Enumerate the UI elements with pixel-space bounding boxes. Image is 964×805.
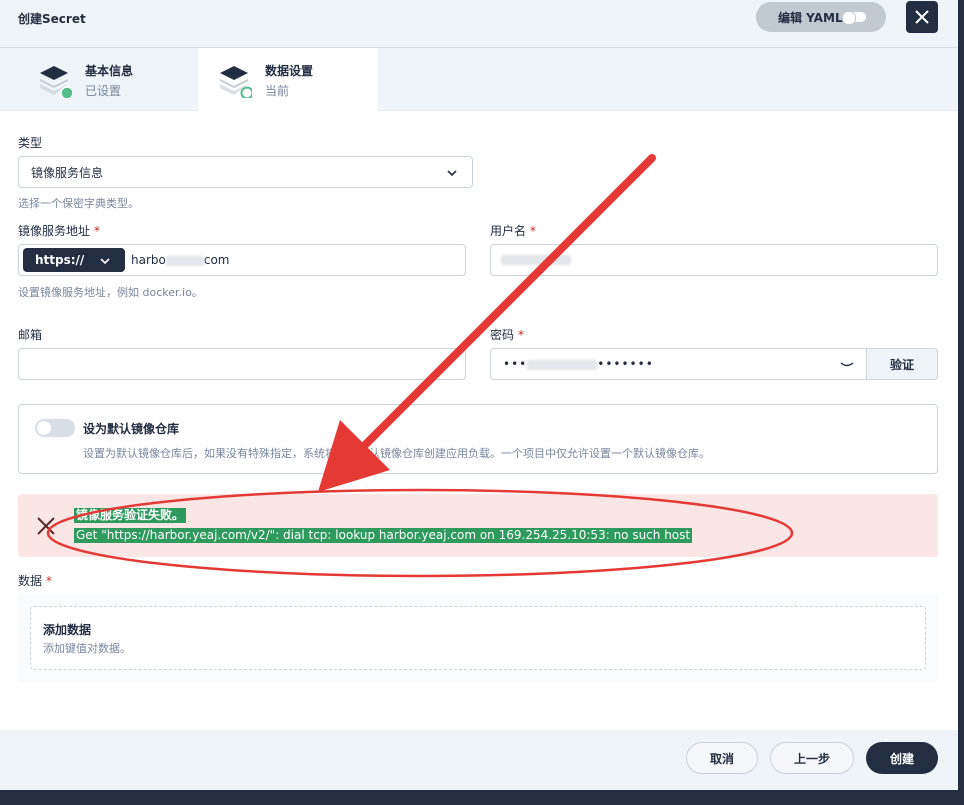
modal-title: 创建Secret — [18, 12, 86, 26]
step-data-settings-status: 当前 — [265, 84, 290, 98]
email-label: 邮箱 — [18, 328, 43, 342]
data-label: 数据 * — [18, 574, 53, 588]
type-hint: 选择一个保密字典类型。 — [18, 197, 139, 210]
protocol-value: https:// — [35, 253, 85, 267]
verification-error-alert: 镜像服务验证失败。 Get "https://harbor.yeaj.com/v… — [18, 494, 938, 557]
username-label: 用户名 * — [490, 224, 537, 238]
username-input[interactable] — [490, 244, 938, 276]
wizard-steps: 基本信息 已设置 数据设置 当前 — [0, 48, 958, 111]
modal-header: 创建Secret 编辑 YAML — [0, 0, 958, 48]
cancel-button[interactable]: 取消 — [686, 742, 758, 774]
create-secret-modal: 创建Secret 编辑 YAML 基本信息 已设置 数据设置 当前 类型 镜像服… — [0, 0, 958, 790]
type-select-value: 镜像服务信息 — [31, 165, 104, 180]
step-data-settings[interactable]: 数据设置 当前 — [198, 48, 378, 111]
chevron-down-icon — [100, 258, 110, 265]
username-value-redacted — [501, 255, 571, 265]
default-registry-switch[interactable] — [35, 419, 75, 437]
layers-icon — [220, 66, 252, 98]
add-data-button[interactable]: 添加数据 添加键值对数据。 — [30, 606, 926, 670]
close-icon — [915, 10, 929, 24]
password-label: 密码 * — [490, 328, 525, 342]
step-data-settings-name: 数据设置 — [265, 64, 314, 78]
close-button[interactable] — [906, 1, 938, 33]
step-basic-info[interactable]: 基本信息 已设置 — [0, 48, 198, 111]
password-value: ••• ••••••• — [503, 357, 654, 371]
edit-yaml-toggle-button[interactable]: 编辑 YAML — [756, 2, 886, 32]
registry-address-input[interactable]: https:// harbo com — [18, 244, 466, 276]
yaml-toggle-switch-icon — [842, 11, 866, 25]
error-close-icon — [37, 517, 55, 535]
previous-step-button[interactable]: 上一步 — [770, 742, 854, 774]
default-registry-box: 设为默认镜像仓库 设置为默认镜像仓库后，如果没有特殊指定，系统将使用默认镜像仓库… — [18, 404, 938, 474]
verify-button[interactable]: 验证 — [866, 348, 938, 380]
add-data-hint: 添加键值对数据。 — [43, 642, 131, 655]
step-basic-info-status: 已设置 — [85, 84, 122, 98]
chevron-down-icon — [447, 170, 457, 177]
registry-address-label: 镜像服务地址 * — [18, 224, 101, 238]
default-registry-title: 设为默认镜像仓库 — [83, 422, 180, 436]
error-message: Get "https://harbor.yeaj.com/v2/": dial … — [74, 528, 693, 543]
create-button[interactable]: 创建 — [866, 742, 938, 774]
email-input[interactable] — [18, 348, 466, 380]
data-section: 添加数据 添加键值对数据。 — [18, 594, 938, 682]
add-data-title: 添加数据 — [43, 623, 92, 637]
password-input[interactable]: ••• ••••••• — [490, 348, 867, 380]
eye-closed-icon[interactable] — [840, 359, 854, 369]
registry-address-hint: 设置镜像服务地址，例如 docker.io。 — [18, 286, 203, 299]
type-select[interactable]: 镜像服务信息 — [18, 156, 473, 188]
registry-address-value: harbo com — [131, 253, 230, 267]
protocol-select[interactable]: https:// — [23, 248, 125, 272]
edit-yaml-label: 编辑 YAML — [778, 10, 843, 25]
step-basic-info-name: 基本信息 — [85, 64, 134, 78]
default-registry-description: 设置为默认镜像仓库后，如果没有特殊指定，系统将使用默认镜像仓库创建应用负载。一个… — [83, 447, 710, 460]
modal-footer: 取消 上一步 创建 — [0, 730, 958, 790]
type-label: 类型 — [18, 136, 43, 150]
error-title: 镜像服务验证失败。 — [74, 508, 187, 523]
layers-icon — [40, 66, 72, 98]
